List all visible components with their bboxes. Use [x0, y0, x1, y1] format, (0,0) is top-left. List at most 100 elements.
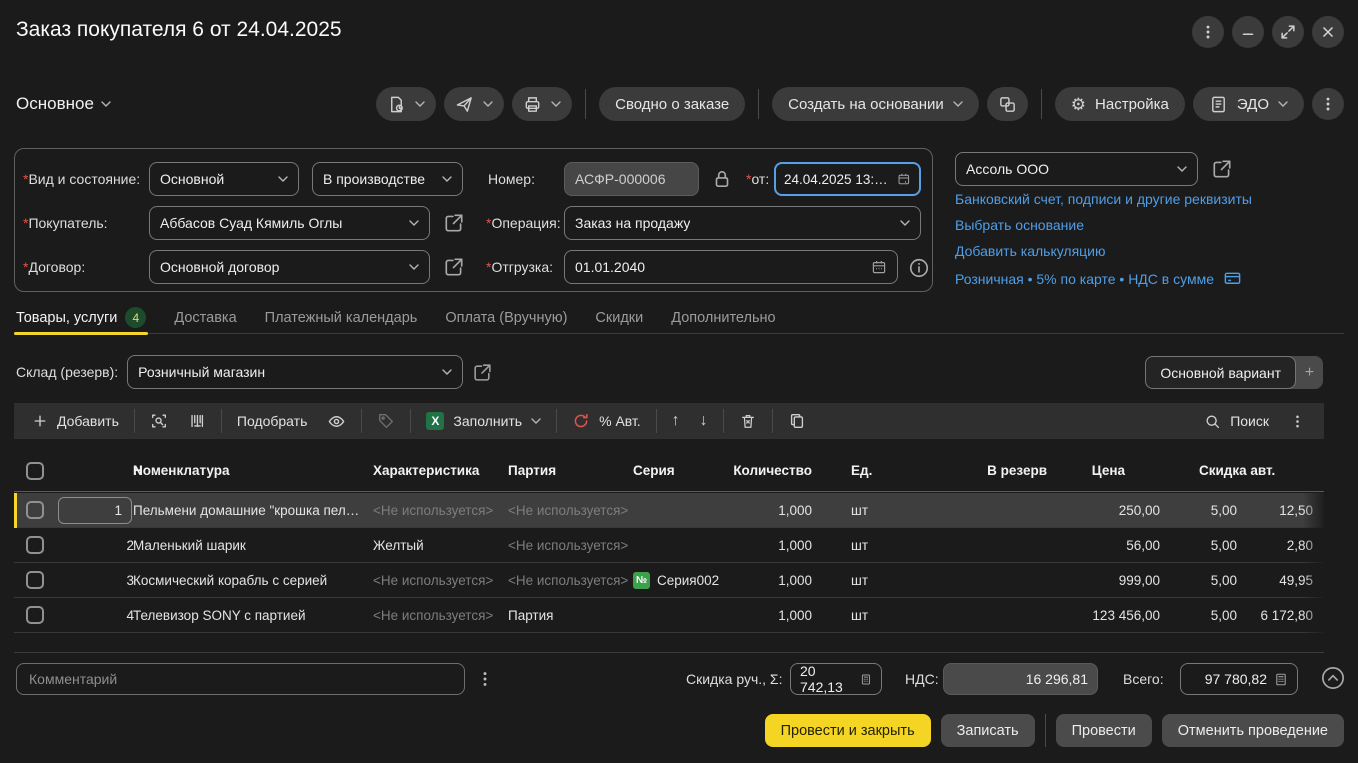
total-input[interactable]: 97 780,82	[1180, 663, 1298, 695]
col-series[interactable]: Серия	[633, 450, 675, 491]
tab-additional[interactable]: Дополнительно	[671, 302, 775, 334]
calculator-icon[interactable]	[860, 672, 872, 687]
add-variant-button[interactable]: +	[1296, 364, 1323, 382]
row-number-input[interactable]: 1	[58, 497, 132, 524]
cell-discount-sum[interactable]: 12,50	[1244, 493, 1313, 527]
calendar-clock-icon[interactable]	[897, 171, 911, 187]
cell-discount-sum[interactable]: 6 172,80	[1244, 598, 1313, 632]
cell-unit[interactable]: шт	[851, 493, 911, 527]
cell-price[interactable]: 999,00	[1054, 563, 1160, 597]
cell-batch[interactable]: <Не используется>	[508, 563, 630, 597]
scan-search-button[interactable]	[140, 406, 178, 436]
tab-payment-manual[interactable]: Оплата (Вручную)	[445, 302, 567, 334]
search-button[interactable]: Поиск	[1194, 406, 1279, 436]
minimize-button[interactable]	[1232, 16, 1264, 48]
cell-batch[interactable]: <Не используется>	[508, 528, 630, 562]
pick-items-button[interactable]: Подобрать	[227, 406, 318, 436]
cell-discount-pct[interactable]: 5,00	[1180, 598, 1237, 632]
col-price[interactable]: Цена	[1054, 450, 1125, 491]
col-unit[interactable]: Ед.	[851, 450, 911, 491]
cell-discount-sum[interactable]: 49,95	[1244, 563, 1313, 597]
comment-input[interactable]: Комментарий	[16, 663, 465, 695]
dots-vertical-icon[interactable]	[476, 668, 494, 690]
toolbar-more-button[interactable]	[1279, 406, 1316, 436]
cell-unit[interactable]: шт	[851, 563, 911, 597]
delete-row-button[interactable]	[729, 406, 767, 436]
save-button[interactable]: Записать	[941, 714, 1035, 747]
cell-discount-pct[interactable]: 5,00	[1180, 493, 1237, 527]
related-documents-button[interactable]	[987, 87, 1028, 121]
col-characteristic[interactable]: Характеристика	[373, 450, 503, 491]
more-actions-button[interactable]	[1312, 88, 1344, 120]
print-button[interactable]	[512, 87, 572, 121]
view-button[interactable]	[317, 406, 356, 436]
move-down-button[interactable]: ↓	[690, 406, 718, 436]
calculator-icon[interactable]	[1274, 672, 1288, 687]
col-qty[interactable]: Количество	[708, 450, 812, 491]
collapse-footer-button[interactable]	[1320, 665, 1346, 691]
cell-price[interactable]: 250,00	[1054, 493, 1160, 527]
tab-delivery[interactable]: Доставка	[174, 302, 236, 334]
copy-row-button[interactable]	[778, 406, 816, 436]
table-row[interactable]: 4 Телевизор SONY с партией <Не используе…	[14, 598, 1324, 633]
cell-characteristic[interactable]: <Не используется>	[373, 563, 503, 597]
open-link-icon[interactable]	[443, 256, 465, 278]
col-discount[interactable]: Скидка авт.	[1199, 450, 1319, 491]
open-link-icon[interactable]	[1211, 158, 1233, 180]
variant-name[interactable]: Основной вариант	[1145, 356, 1296, 389]
cell-n[interactable]: 3	[60, 563, 134, 597]
cell-discount-sum[interactable]: 2,80	[1244, 528, 1313, 562]
tab-discounts[interactable]: Скидки	[595, 302, 643, 334]
lock-icon[interactable]	[711, 168, 733, 190]
row-checkbox[interactable]	[26, 606, 44, 624]
col-reserve[interactable]: В резерв	[928, 450, 1047, 491]
cell-nomenclature[interactable]: Космический корабль с серией	[133, 563, 365, 597]
row-checkbox[interactable]	[26, 571, 44, 589]
move-up-button[interactable]: ↑	[662, 406, 690, 436]
date-input[interactable]: 24.04.2025 13:40:48	[774, 162, 921, 196]
post-button[interactable]: Провести	[1056, 714, 1152, 747]
calendar-icon[interactable]	[871, 259, 887, 275]
edo-button[interactable]: ЭДО	[1193, 87, 1304, 121]
report-document-button[interactable]	[376, 87, 436, 121]
cell-unit[interactable]: шт	[851, 528, 911, 562]
cell-price[interactable]: 56,00	[1054, 528, 1160, 562]
cell-batch[interactable]: <Не используется>	[508, 493, 630, 527]
cell-qty[interactable]: 1,000	[708, 598, 812, 632]
open-link-icon[interactable]	[443, 212, 465, 234]
shipping-date-input[interactable]: 01.01.2040	[564, 250, 898, 284]
tab-goods-services[interactable]: Товары, услуги 4	[16, 302, 146, 334]
fill-button[interactable]: Заполнить	[416, 406, 551, 436]
section-menu[interactable]: Основное	[16, 94, 111, 114]
row-checkbox[interactable]	[26, 501, 44, 519]
expand-button[interactable]	[1272, 16, 1304, 48]
operation-select[interactable]: Заказ на продажу	[564, 206, 921, 240]
barcode-scanner-button[interactable]	[178, 406, 216, 436]
cell-characteristic[interactable]: <Не используется>	[373, 493, 503, 527]
cancel-posting-button[interactable]: Отменить проведение	[1162, 714, 1344, 747]
choose-basis-link[interactable]: Выбрать основание	[955, 217, 1084, 233]
price-terms-link[interactable]: Розничная • 5% по карте • НДС в сумме	[955, 269, 1242, 288]
cell-n[interactable]: 4	[60, 598, 134, 632]
contract-select[interactable]: Основной договор	[149, 250, 430, 284]
tab-payment-calendar[interactable]: Платежный календарь	[265, 302, 418, 334]
cell-characteristic[interactable]: <Не используется>	[373, 598, 503, 632]
send-button[interactable]	[444, 87, 504, 121]
cell-discount-pct[interactable]: 5,00	[1180, 563, 1237, 597]
cell-qty[interactable]: 1,000	[708, 528, 812, 562]
table-row[interactable]: 3 Космический корабль с серией <Не испол…	[14, 563, 1324, 598]
close-button[interactable]	[1312, 16, 1344, 48]
manual-discount-input[interactable]: 20 742,13	[790, 663, 882, 695]
cell-n[interactable]: 2	[60, 528, 134, 562]
cell-nomenclature[interactable]: Маленький шарик	[133, 528, 365, 562]
create-based-on-button[interactable]: Создать на основании	[772, 87, 979, 121]
cell-discount-pct[interactable]: 5,00	[1180, 528, 1237, 562]
table-row[interactable]: 2 Маленький шарик Желтый <Не используетс…	[14, 528, 1324, 563]
settings-button[interactable]: ⚙ Настройка	[1055, 87, 1185, 121]
cell-nomenclature[interactable]: Пельмени домашние "крошка пельм…	[133, 493, 365, 527]
organization-select[interactable]: Ассоль ООО	[955, 152, 1198, 186]
variant-switcher[interactable]: Основной вариант +	[1145, 356, 1323, 389]
cell-qty[interactable]: 1,000	[708, 493, 812, 527]
recalc-auto-discount-button[interactable]: % Авт.	[562, 406, 651, 436]
cell-unit[interactable]: шт	[851, 598, 911, 632]
